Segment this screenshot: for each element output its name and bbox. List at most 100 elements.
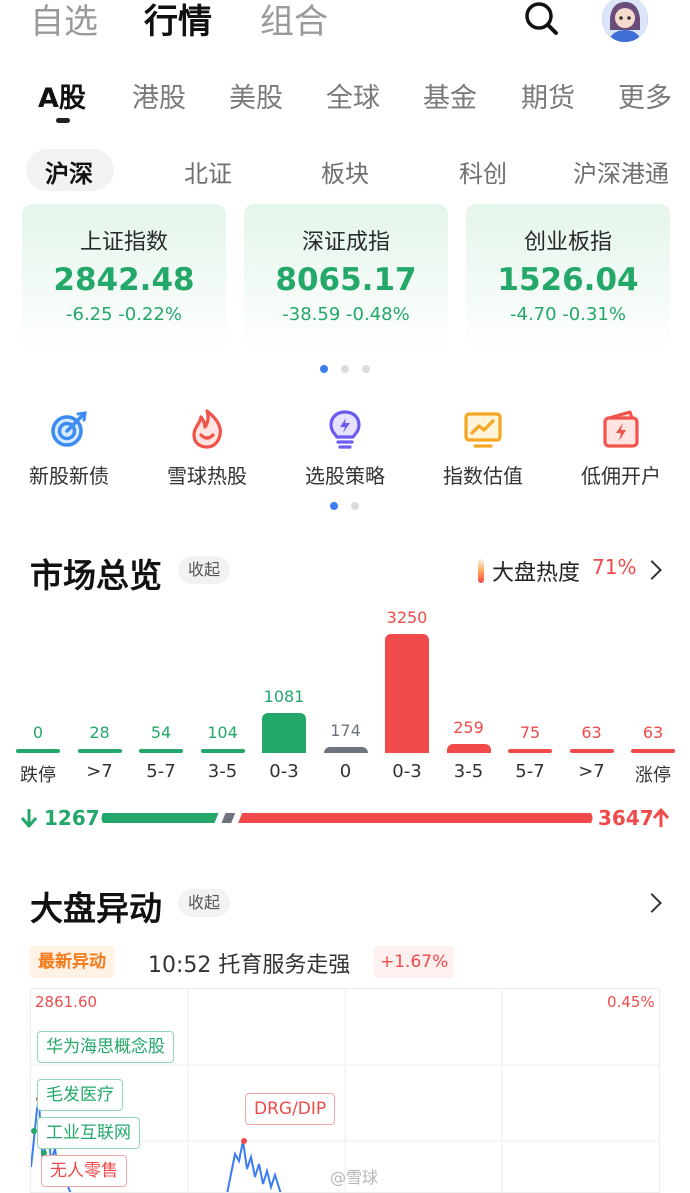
up-down-distribution-chart: 0 跌停 28 >7 54 5-7 104 3-5 1081 0-3 174 0 3250 0-3 259 3…: [0, 605, 690, 790]
bar-value-label: 259: [453, 717, 484, 737]
bar-value-label: 1081: [263, 687, 305, 707]
distribution-bar: [631, 749, 675, 753]
intraday-chart[interactable]: 2861.60 0.45% 华为海思概念股 毛发医疗 DRG/DIP 工业互联网…: [30, 988, 660, 1193]
tool-label: 指数估值: [443, 464, 523, 488]
subtab-sectors[interactable]: 板块: [321, 154, 369, 189]
avatar[interactable]: [602, 0, 648, 42]
tool-valuation[interactable]: 指数估值: [428, 408, 538, 489]
index-change: -38.59 -0.48%: [282, 304, 410, 325]
event-tag[interactable]: DRG/DIP: [245, 1093, 336, 1125]
index-name: 深证成指: [301, 230, 390, 255]
distribution-bar: [200, 749, 245, 753]
tool-strategy[interactable]: 选股策略: [290, 408, 400, 489]
advance-decline-bar: 1267 3647: [0, 806, 690, 830]
market-movement-title: 大盘异动: [30, 889, 162, 928]
movement-collapse-button[interactable]: 收起: [178, 889, 231, 917]
bar-value-label: 3250: [386, 608, 428, 627]
latest-event-text[interactable]: 10:52 托育服务走强: [148, 947, 350, 979]
advance-count: 3647: [598, 806, 654, 830]
tool-label: 选股策略: [305, 464, 385, 488]
index-value: 8065.17: [275, 262, 417, 298]
market-overview-title: 市场总览: [30, 556, 162, 595]
distribution-bar: [385, 634, 429, 753]
tab-global[interactable]: 全球: [326, 76, 380, 115]
chart-pct-label: 0.45%: [607, 993, 655, 1011]
bar-category-label: 跌停: [20, 765, 56, 786]
pager-dot[interactable]: [362, 365, 370, 373]
index-card-shanghai[interactable]: 上证指数 2842.48 -6.25 -0.22%: [22, 204, 226, 354]
tab-funds[interactable]: 基金: [423, 76, 477, 115]
chart-high-label: 2861.60: [35, 993, 98, 1011]
tab-portfolio[interactable]: 组合: [260, 0, 328, 43]
tab-futures[interactable]: 期货: [521, 76, 575, 115]
tab-a-shares[interactable]: A股: [38, 76, 86, 115]
distribution-bar: [139, 749, 183, 753]
wallet-bolt-icon: [600, 408, 642, 450]
tab-more[interactable]: 更多: [618, 76, 672, 115]
watermark: @雪球: [330, 1168, 379, 1187]
bar-category-label: >7: [86, 761, 113, 782]
distribution-bar: [262, 713, 306, 753]
index-card-shenzhen[interactable]: 深证成指 8065.17 -38.59 -0.48%: [244, 204, 448, 354]
index-value: 1526.04: [497, 262, 639, 298]
event-tag[interactable]: 毛发医疗: [37, 1079, 123, 1111]
distribution-bar: [446, 743, 491, 753]
tool-open-account[interactable]: 低佣开户: [566, 408, 676, 489]
index-name: 上证指数: [79, 230, 168, 255]
index-card-chinext[interactable]: 创业板指 1526.04 -4.70 -0.31%: [466, 204, 670, 354]
bar-value-label: 28: [89, 723, 110, 742]
subtab-bse[interactable]: 北证: [184, 154, 232, 189]
bar-value-label: 174: [330, 720, 361, 740]
tab-hk-stocks[interactable]: 港股: [132, 76, 186, 115]
index-name: 创业板指: [523, 230, 612, 255]
bar-value-label: 63: [581, 723, 602, 742]
search-icon[interactable]: [522, 0, 562, 38]
latest-movement-badge: 最新异动: [30, 946, 114, 978]
event-tag[interactable]: 工业互联网: [37, 1117, 140, 1149]
lightbulb-icon: [324, 408, 366, 450]
index-value: 2842.48: [53, 262, 195, 298]
latest-event-change: +1.67%: [374, 946, 455, 978]
tab-watchlist[interactable]: 自选: [30, 0, 98, 43]
bar-category-label: 0-3: [392, 761, 422, 782]
heat-label: 大盘热度: [492, 561, 581, 586]
subtab-sh-sz[interactable]: 沪深: [45, 154, 93, 189]
bar-value-label: 63: [642, 723, 664, 742]
bar-category-label: 3-5: [453, 761, 484, 782]
arrow-up-icon: [652, 808, 670, 827]
overview-collapse-button[interactable]: 收起: [178, 556, 231, 584]
distribution-bar: [16, 749, 60, 753]
tab-us-stocks[interactable]: 美股: [229, 76, 283, 115]
distribution-bar: [77, 749, 122, 753]
pager-dot[interactable]: [320, 365, 328, 373]
ratio-bar: [101, 813, 593, 823]
bar-category-label: 5-7: [146, 761, 176, 782]
bar-category-label: 涨停: [635, 765, 671, 786]
tools-pager-dot[interactable]: [330, 502, 338, 510]
pager-dot[interactable]: [341, 365, 349, 373]
chevron-right-icon[interactable]: [642, 893, 662, 913]
distribution-bar: [569, 749, 614, 753]
tool-label: 低佣开户: [581, 464, 661, 488]
heat-value: 71%: [592, 555, 637, 579]
tab-market[interactable]: 行情: [144, 0, 212, 43]
heat-gauge-icon: [478, 559, 484, 583]
decline-count: 1267: [44, 806, 100, 830]
arrow-down-icon: [20, 809, 38, 828]
event-tag[interactable]: 无人零售: [41, 1155, 127, 1187]
bar-value-label: 104: [207, 723, 238, 742]
subtab-connect[interactable]: 沪深港通: [573, 154, 669, 189]
subtab-star[interactable]: 科创: [459, 154, 507, 189]
tool-label: 雪球热股: [167, 464, 247, 488]
decline-segment: [101, 813, 219, 823]
chevron-right-icon[interactable]: [642, 560, 662, 580]
target-icon: [48, 408, 90, 450]
tool-hot-stocks[interactable]: 雪球热股: [152, 408, 262, 489]
tools-pager-dot[interactable]: [351, 502, 359, 510]
index-change: -4.70 -0.31%: [510, 304, 626, 325]
distribution-bar: [508, 749, 552, 753]
bar-value-label: 75: [519, 723, 541, 742]
bar-category-label: 5-7: [515, 761, 545, 782]
event-tag[interactable]: 华为海思概念股: [37, 1031, 174, 1063]
tool-new-issues[interactable]: 新股新债: [14, 408, 124, 489]
